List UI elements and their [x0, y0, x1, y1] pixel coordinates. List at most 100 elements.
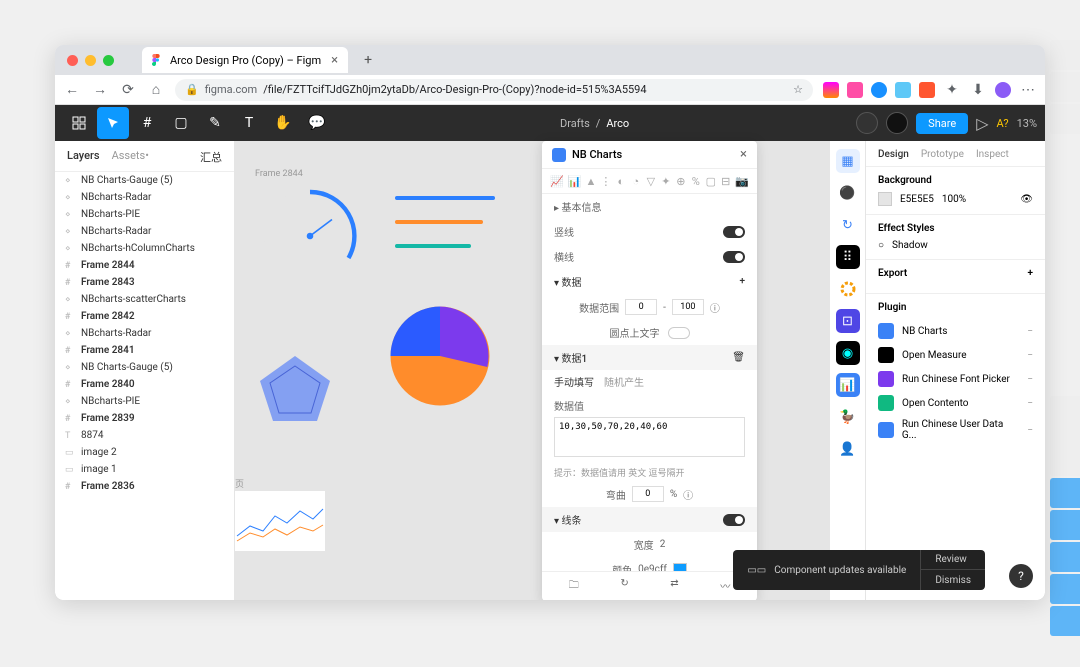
- ext-icon[interactable]: [823, 82, 839, 98]
- shuffle-icon[interactable]: ⇄: [670, 578, 678, 595]
- color-swatch[interactable]: [673, 563, 687, 572]
- layer-item[interactable]: ⋄NB Charts-Gauge (5): [55, 359, 234, 376]
- layer-item[interactable]: ⋄NBcharts-hColumnCharts: [55, 240, 234, 257]
- layer-item[interactable]: ⋄NB Charts-Gauge (5): [55, 172, 234, 189]
- rail-icon[interactable]: ▦: [836, 149, 860, 173]
- rectangle-tool[interactable]: ▢: [165, 107, 197, 139]
- line-chart-icon[interactable]: 📈: [550, 173, 564, 189]
- delete-icon[interactable]: 🗑: [732, 352, 745, 363]
- prototype-tab[interactable]: Prototype: [921, 149, 964, 160]
- plugin-item[interactable]: Open Contento−: [878, 391, 1033, 415]
- add-icon[interactable]: +: [1028, 268, 1034, 279]
- rail-icon[interactable]: 👤: [836, 437, 860, 461]
- plugin-item[interactable]: Open Measure−: [878, 343, 1033, 367]
- design-tab[interactable]: Design: [878, 149, 909, 160]
- pulse-icon[interactable]: 〰: [720, 578, 730, 595]
- address-bar[interactable]: 🔒 figma.com /file/FZTTcifTJdGZh0jm2ytaDb…: [175, 79, 813, 101]
- bg-swatch[interactable]: [878, 192, 892, 206]
- summary-tab[interactable]: 汇总: [200, 149, 222, 165]
- assets-tab[interactable]: Assets•: [112, 149, 149, 165]
- rail-icon[interactable]: ⊡: [836, 309, 860, 333]
- shadow-label[interactable]: Shadow: [892, 240, 928, 251]
- rail-icon[interactable]: ⚫: [836, 181, 860, 205]
- plugin-item[interactable]: Run Chinese Font Picker−: [878, 367, 1033, 391]
- user-avatar[interactable]: [886, 112, 908, 134]
- bookmark-star-icon[interactable]: ☆: [793, 83, 803, 96]
- bg-opacity[interactable]: 100%: [942, 194, 966, 205]
- window-maximize-icon[interactable]: [103, 55, 114, 66]
- close-icon[interactable]: ×: [740, 147, 747, 162]
- layer-item[interactable]: ⋄NBcharts-PIE: [55, 393, 234, 410]
- plugin-item[interactable]: NB Charts−: [878, 319, 1033, 343]
- bend-input[interactable]: [632, 486, 664, 502]
- toggle[interactable]: [723, 226, 745, 238]
- layer-item[interactable]: #Frame 2836: [55, 478, 234, 495]
- radar-icon[interactable]: ✦: [660, 173, 671, 189]
- percent-icon[interactable]: %: [690, 173, 701, 189]
- hand-tool[interactable]: ✋: [267, 107, 299, 139]
- crop-icon[interactable]: ▢: [705, 173, 716, 189]
- rail-icon[interactable]: ⠿: [836, 245, 860, 269]
- window-close-icon[interactable]: [67, 55, 78, 66]
- pen-tool[interactable]: ✎: [199, 107, 231, 139]
- layer-item[interactable]: #Frame 2842: [55, 308, 234, 325]
- range-min-input[interactable]: [625, 299, 657, 315]
- funnel-icon[interactable]: ▽: [645, 173, 656, 189]
- zoom-level[interactable]: 13%: [1017, 117, 1037, 130]
- layer-item[interactable]: ⋄NBcharts-scatterCharts: [55, 291, 234, 308]
- rail-icon[interactable]: 🦆: [836, 405, 860, 429]
- breadcrumb-drafts[interactable]: Drafts: [560, 117, 590, 130]
- range-max-input[interactable]: [672, 299, 704, 315]
- extensions-icon[interactable]: ✦: [943, 82, 961, 98]
- area-chart-icon[interactable]: ▲: [585, 173, 596, 189]
- layer-item[interactable]: ⋄NBcharts-Radar: [55, 223, 234, 240]
- toggle[interactable]: [723, 514, 745, 526]
- comment-tool[interactable]: 💬: [301, 107, 333, 139]
- manual-tab[interactable]: 手动填写: [554, 374, 594, 389]
- move-tool[interactable]: [97, 107, 129, 139]
- layer-item[interactable]: #Frame 2844: [55, 257, 234, 274]
- rail-icon[interactable]: ◉: [836, 341, 860, 365]
- inspect-tab[interactable]: Inspect: [976, 149, 1009, 160]
- profile-avatar[interactable]: [995, 82, 1011, 98]
- layer-item[interactable]: ⋄NBcharts-Radar: [55, 325, 234, 342]
- rail-icon[interactable]: ↻: [836, 213, 860, 237]
- random-tab[interactable]: 随机产生: [604, 374, 644, 389]
- toggle[interactable]: [668, 327, 690, 339]
- frame-tool[interactable]: #: [131, 107, 163, 139]
- layer-item[interactable]: ▭image 2: [55, 444, 234, 461]
- layer-item[interactable]: ⋄NBcharts-PIE: [55, 206, 234, 223]
- layers-tab[interactable]: Layers: [67, 149, 100, 165]
- add-icon[interactable]: +: [739, 276, 745, 287]
- present-icon[interactable]: ▷: [976, 114, 988, 133]
- bg-hex[interactable]: E5E5E5: [900, 194, 934, 205]
- help-button[interactable]: ?: [1009, 564, 1033, 588]
- layer-item[interactable]: #Frame 2839: [55, 410, 234, 427]
- rail-icon[interactable]: [836, 277, 860, 301]
- layer-item[interactable]: #Frame 2843: [55, 274, 234, 291]
- layer-item[interactable]: ⋄NBcharts-Radar: [55, 189, 234, 206]
- new-tab-button[interactable]: +: [364, 52, 372, 68]
- ext-icon[interactable]: [919, 82, 935, 98]
- help-icon[interactable]: ⓘ: [710, 300, 720, 315]
- camera-icon[interactable]: 📷: [735, 173, 749, 189]
- tab-close-icon[interactable]: ×: [331, 53, 338, 68]
- ext-icon[interactable]: [871, 82, 887, 98]
- candle-icon[interactable]: ⊟: [720, 173, 731, 189]
- download-icon[interactable]: ⬇: [969, 82, 987, 98]
- ext-icon[interactable]: [895, 82, 911, 98]
- layer-item[interactable]: #Frame 2840: [55, 376, 234, 393]
- data-value-input[interactable]: [554, 417, 745, 457]
- text-tool[interactable]: T: [233, 107, 265, 139]
- layer-item[interactable]: T8874: [55, 427, 234, 444]
- bar-chart-icon[interactable]: 📊: [568, 173, 582, 189]
- layer-item[interactable]: ▭image 1: [55, 461, 234, 478]
- main-menu-icon[interactable]: [63, 107, 95, 139]
- breadcrumb-file[interactable]: Arco: [606, 117, 629, 130]
- share-button[interactable]: Share: [916, 113, 968, 134]
- rail-icon[interactable]: 📊: [836, 373, 860, 397]
- plugin-item[interactable]: Run Chinese User Data G...−: [878, 415, 1033, 445]
- dismiss-button[interactable]: Dismiss: [921, 570, 985, 590]
- refresh-icon[interactable]: ↻: [620, 578, 628, 595]
- browser-tab[interactable]: Arco Design Pro (Copy) – Figm ×: [142, 47, 348, 73]
